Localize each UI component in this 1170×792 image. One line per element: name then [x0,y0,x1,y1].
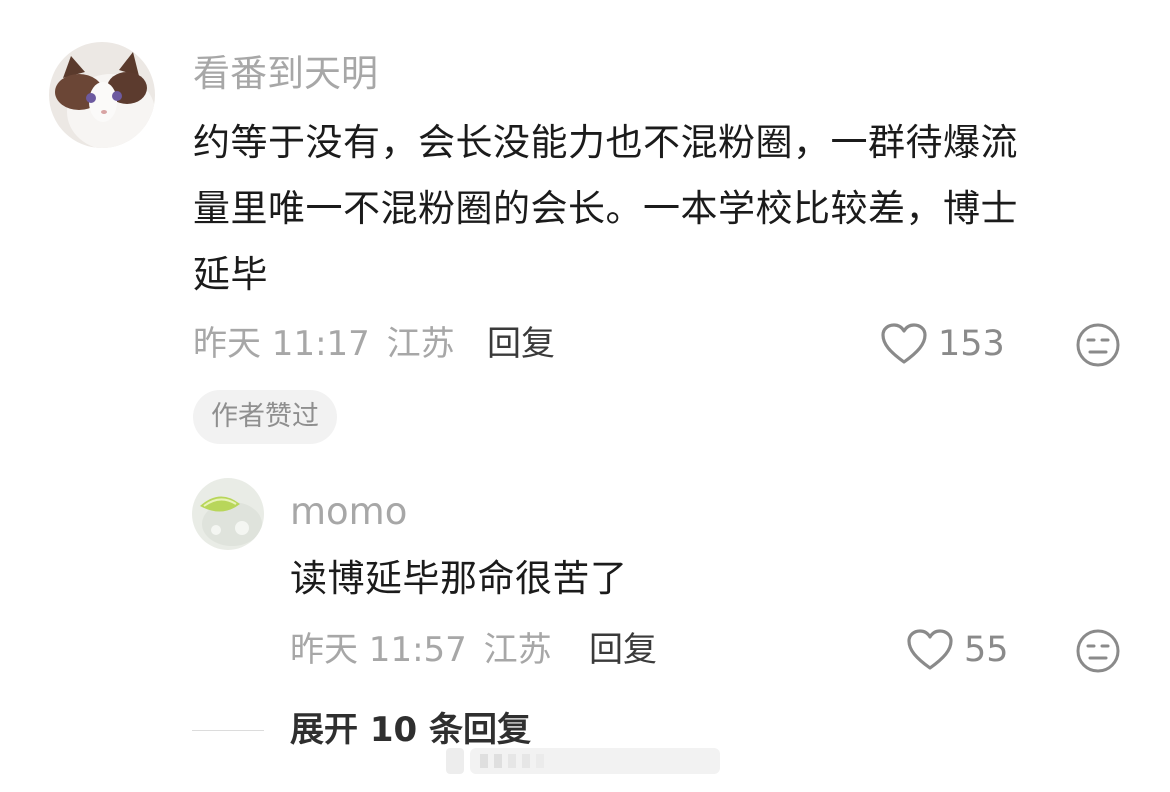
reply-location: 江苏 [483,630,552,670]
heart-icon [907,629,953,670]
heart-icon [881,323,927,364]
like-count: 55 [964,630,1009,670]
reply-meta: 昨天 11:57 江苏 [290,628,552,672]
expand-divider [192,730,264,731]
dislike-button[interactable] [1075,628,1121,678]
reply-text: 读博延毕那命很苦了 [290,557,628,600]
like-count: 153 [938,324,1005,364]
comment-username[interactable]: 看番到天明 [193,52,378,96]
like-button[interactable]: 55 [906,628,1009,672]
comment-text-line: 约等于没有，会长没能力也不混粉圈，一群待爆流 [193,121,1018,164]
cat-avatar-icon [49,42,155,148]
reply-time: 昨天 11:57 [290,630,467,670]
comment-thread: 看番到天明 约等于没有，会长没能力也不混粉圈，一群待爆流 量里唯一不混粉圈的会长… [0,0,1170,792]
author-liked-badge: 作者赞过 [193,390,337,444]
neutral-face-icon [1076,629,1120,673]
dislike-button[interactable] [1075,322,1121,372]
like-button[interactable]: 153 [880,322,1005,366]
comment-meta: 昨天 11:17 江苏 [193,322,455,366]
watermark-icon [446,748,720,774]
comment-time: 昨天 11:17 [193,324,370,364]
reply-button[interactable]: 回复 [487,322,555,366]
reply-button[interactable]: 回复 [589,628,657,672]
avatar[interactable] [192,478,264,550]
comment-text: 约等于没有，会长没能力也不混粉圈，一群待爆流 量里唯一不混粉圈的会长。一本学校比… [193,110,1133,308]
drink-avatar-icon [192,478,264,550]
comment-text-line: 量里唯一不混粉圈的会长。一本学校比较差，博士 [193,187,1018,230]
neutral-face-icon [1076,323,1120,367]
comment-location: 江苏 [386,324,455,364]
avatar[interactable] [49,42,155,148]
comment-text-line: 延毕 [193,253,268,296]
reply-username[interactable]: momo [290,490,407,534]
